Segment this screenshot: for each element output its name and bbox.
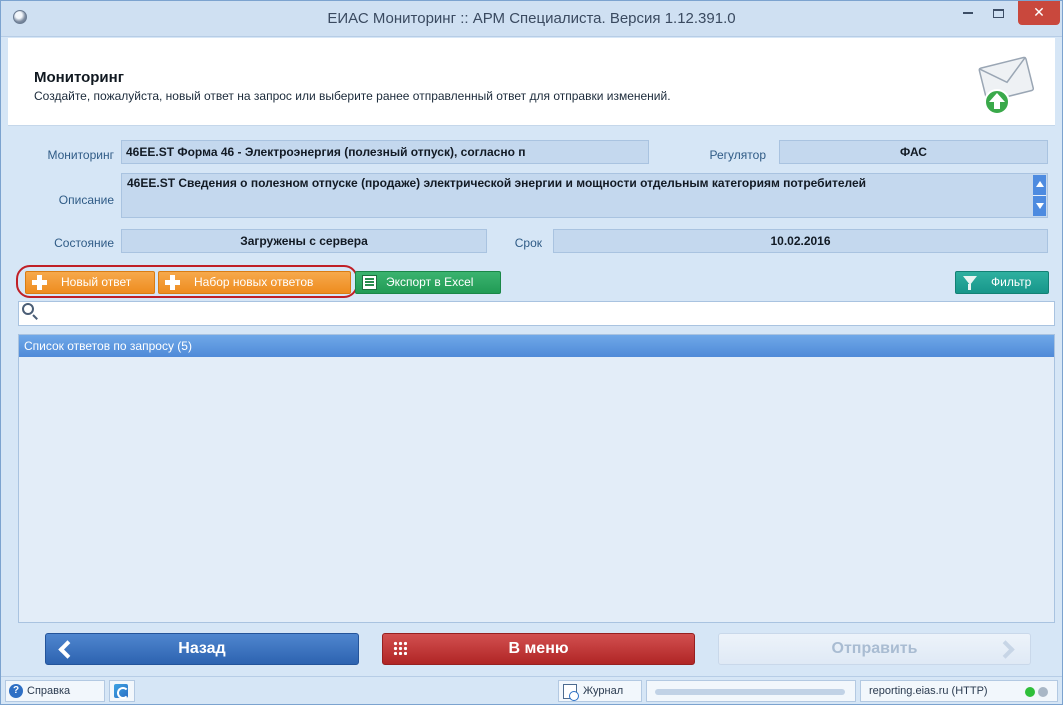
redacted-user-text <box>655 689 845 695</box>
app-window: ЕИАС Мониторинг :: АРМ Специалиста. Верс… <box>0 0 1063 705</box>
state-label: Состояние <box>54 236 114 250</box>
minimize-button[interactable] <box>953 1 983 25</box>
deadline-label: Срок <box>514 236 542 250</box>
monitoring-field: 46EE.ST Форма 46 - Электроэнергия (полез… <box>121 140 649 164</box>
highlight-annotation <box>16 265 358 298</box>
filter-icon <box>963 276 977 290</box>
help-button[interactable]: ? Справка <box>5 680 105 702</box>
search-bar[interactable] <box>18 301 1055 326</box>
maximize-icon <box>992 8 1004 18</box>
user-cell <box>646 680 856 702</box>
export-excel-label: Экспорт в Excel <box>386 275 474 289</box>
close-icon: ✕ <box>1033 4 1045 20</box>
description-label: Описание <box>58 193 114 207</box>
regulator-label: Регулятор <box>709 148 766 162</box>
back-button[interactable]: Назад <box>45 633 359 665</box>
monitoring-label: Мониторинг <box>47 148 114 162</box>
scroll-down-icon[interactable] <box>1033 196 1046 216</box>
back-label: Назад <box>178 640 226 657</box>
title-bar[interactable]: ЕИАС Мониторинг :: АРМ Специалиста. Верс… <box>1 1 1062 37</box>
server-label: reporting.eias.ru (HTTP) <box>869 685 988 697</box>
menu-button[interactable]: В меню <box>382 633 695 665</box>
close-button[interactable]: ✕ <box>1018 1 1060 25</box>
regulator-field: ФАС <box>779 140 1048 164</box>
send-label: Отправить <box>831 640 918 657</box>
menu-label: В меню <box>508 640 569 657</box>
export-excel-button[interactable]: Экспорт в Excel <box>355 271 501 294</box>
search-input[interactable] <box>41 304 1049 323</box>
mail-upload-icon <box>978 56 1035 115</box>
help-label: Справка <box>27 685 71 697</box>
status-bar: ? Справка Журнал reporting.eias.ru (HTTP… <box>1 676 1062 704</box>
description-text: 46EE.ST Сведения о полезном отпуске (про… <box>127 176 867 190</box>
request-details: Мониторинг 46EE.ST Форма 46 - Электроэне… <box>8 127 1055 267</box>
maximize-button[interactable] <box>983 1 1013 25</box>
page-subtitle: Создайте, пожалуйста, новый ответ на зап… <box>34 89 671 103</box>
send-button[interactable]: Отправить <box>718 633 1031 665</box>
filter-label: Фильтр <box>991 275 1032 289</box>
filter-button[interactable]: Фильтр <box>955 271 1049 294</box>
journal-button[interactable]: Журнал <box>558 680 642 702</box>
refresh-icon <box>114 684 129 699</box>
refresh-button[interactable] <box>109 680 135 702</box>
scroll-up-icon[interactable] <box>1033 175 1046 195</box>
server-cell: reporting.eias.ru (HTTP) <box>860 680 1058 702</box>
status-green-icon <box>1025 687 1035 697</box>
answers-list-header: Список ответов по запросу (5) <box>19 335 1054 357</box>
help-icon: ? <box>9 684 23 698</box>
deadline-field: 10.02.2016 <box>553 229 1048 253</box>
search-icon <box>22 303 34 315</box>
page-title: Мониторинг <box>34 69 124 86</box>
description-scrollbar[interactable] <box>1033 175 1046 216</box>
answers-list[interactable]: Список ответов по запросу (5) <box>18 334 1055 623</box>
window-title: ЕИАС Мониторинг :: АРМ Специалиста. Верс… <box>327 10 736 27</box>
status-gray-icon <box>1038 687 1048 697</box>
description-field[interactable]: 46EE.ST Сведения о полезном отпуске (про… <box>121 173 1048 218</box>
journal-label: Журнал <box>583 685 624 697</box>
minimize-icon <box>963 12 973 15</box>
journal-icon <box>563 684 579 701</box>
state-field: Загружены с сервера <box>121 229 487 253</box>
page-header: Мониторинг Создайте, пожалуйста, новый о… <box>8 38 1055 126</box>
excel-icon <box>362 275 377 290</box>
